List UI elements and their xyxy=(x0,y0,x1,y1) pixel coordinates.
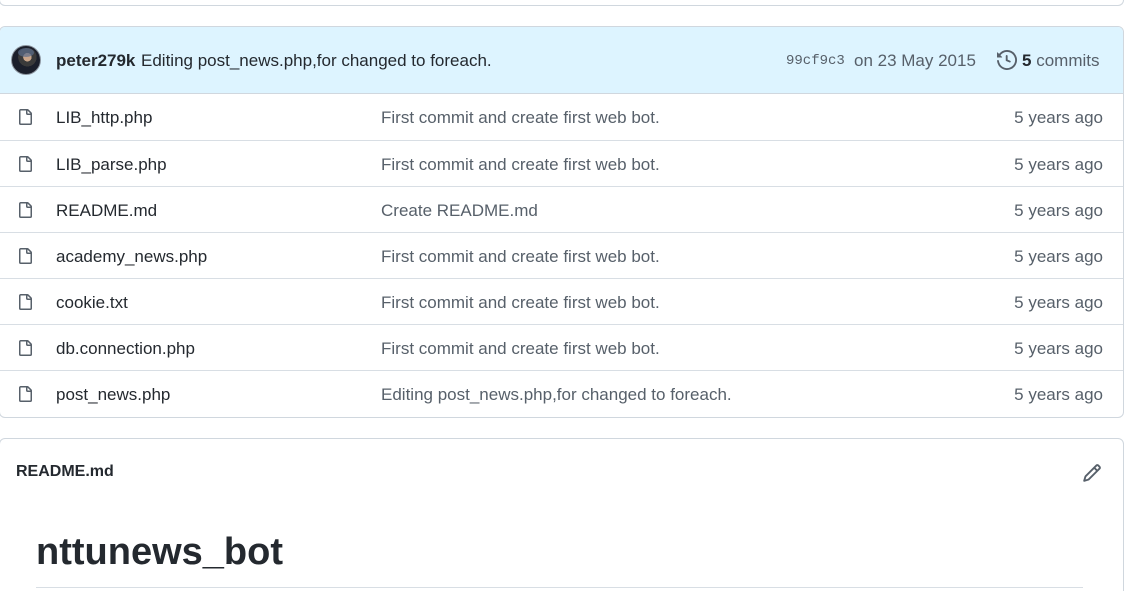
file-commit-age: 5 years ago xyxy=(1014,247,1103,266)
file-name-link[interactable]: db.connection.php xyxy=(56,339,195,359)
file-commit-age: 5 years ago xyxy=(1014,108,1103,127)
file-name-link[interactable]: LIB_http.php xyxy=(56,108,152,128)
commit-date: on 23 May 2015 xyxy=(854,51,976,70)
readme-filename: README.md xyxy=(16,463,114,480)
file-icon xyxy=(19,294,32,310)
history-icon[interactable] xyxy=(997,50,1017,70)
file-commit-age: 5 years ago xyxy=(1014,293,1103,312)
file-commit-message-link[interactable]: Editing post_news.php,for changed to for… xyxy=(381,385,732,405)
file-commit-age: 5 years ago xyxy=(1014,339,1103,358)
file-icon xyxy=(19,386,32,402)
file-row[interactable]: db.connection.php First commit and create… xyxy=(0,324,1123,370)
file-commit-message-link[interactable]: First commit and create first web bot. xyxy=(381,293,660,313)
file-name-link[interactable]: academy_news.php xyxy=(56,247,207,267)
file-row[interactable]: LIB_http.php First commit and create firs… xyxy=(0,94,1123,140)
file-list: LIB_http.php First commit and create firs… xyxy=(0,94,1123,416)
avatar[interactable] xyxy=(11,45,41,75)
commit-sha-link[interactable]: 99cf9c3 xyxy=(786,53,845,69)
file-commit-age: 5 years ago xyxy=(1014,155,1103,174)
file-commit-message-link[interactable]: First commit and create first web bot. xyxy=(381,108,660,128)
file-commit-message-link[interactable]: First commit and create first web bot. xyxy=(381,339,660,359)
file-commit-age: 5 years ago xyxy=(1014,201,1103,220)
commit-message-link[interactable]: Editing post_news.php,for changed to for… xyxy=(141,51,492,71)
file-icon xyxy=(19,109,32,125)
file-icon xyxy=(19,248,32,264)
commits-link[interactable]: 5 commits xyxy=(1022,51,1099,71)
file-icon xyxy=(19,202,32,218)
file-row[interactable]: README.md Create README.md 5 years ago xyxy=(0,186,1123,232)
commits-label: commits xyxy=(1036,51,1100,70)
file-commit-message-link[interactable]: First commit and create first web bot. xyxy=(381,247,660,267)
previous-panel-edge xyxy=(0,0,1124,6)
file-row[interactable]: academy_news.php First commit and create … xyxy=(0,232,1123,278)
file-browser: peter279k Editing post_news.php,for chan… xyxy=(0,26,1124,418)
file-name-link[interactable]: LIB_parse.php xyxy=(56,155,167,175)
file-name-link[interactable]: cookie.txt xyxy=(56,293,128,313)
pencil-icon[interactable] xyxy=(1082,463,1102,483)
readme-panel: README.md nttunews_bot xyxy=(0,438,1124,591)
readme-heading: nttunews_bot xyxy=(36,531,283,573)
file-row[interactable]: cookie.txt First commit and create first … xyxy=(0,278,1123,324)
commit-author-link[interactable]: peter279k xyxy=(56,51,135,71)
file-commit-message-link[interactable]: First commit and create first web bot. xyxy=(381,155,660,175)
latest-commit-bar: peter279k Editing post_news.php,for chan… xyxy=(0,27,1123,94)
file-commit-age: 5 years ago xyxy=(1014,385,1103,404)
file-name-link[interactable]: README.md xyxy=(56,201,157,221)
file-commit-message-link[interactable]: Create README.md xyxy=(381,201,538,221)
file-name-link[interactable]: post_news.php xyxy=(56,385,170,405)
file-row[interactable]: post_news.php Editing post_news.php,for c… xyxy=(0,370,1123,416)
file-icon xyxy=(19,156,32,172)
heading-divider xyxy=(36,587,1083,588)
file-icon xyxy=(19,340,32,356)
file-row[interactable]: LIB_parse.php First commit and create fir… xyxy=(0,140,1123,186)
commit-count: 5 xyxy=(1022,51,1032,70)
